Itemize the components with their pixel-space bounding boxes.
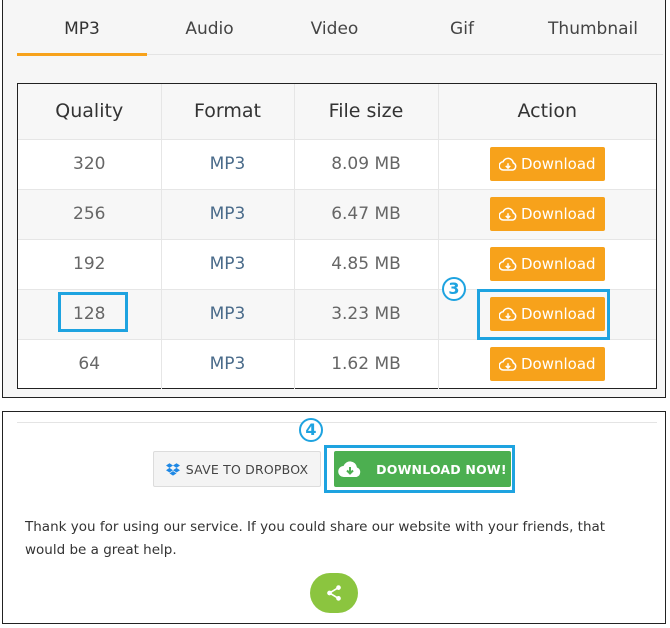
table-row: 192 MP3 4.85 MB Download [18,238,656,289]
table-row: 320 MP3 8.09 MB Download [18,138,656,189]
cloud-download-icon [498,207,517,221]
download-button-192[interactable]: Download [489,247,605,281]
size-cell: 6.47 MB [294,188,439,239]
format-cell: MP3 [161,188,295,239]
action-cell: Download [438,138,656,189]
format-cell: MP3 [161,238,295,289]
action-cell: Download [438,238,656,289]
tab-thumbnail-label: Thumbnail [548,19,638,39]
table-header-row: Quality Format File size Action [18,84,656,140]
cloud-download-icon [498,157,517,171]
share-icon [327,585,341,601]
step-4-marker: 4 [299,418,323,442]
download-button-320[interactable]: Download [489,147,605,181]
download-button-label: Download [520,205,596,223]
cloud-download-icon [498,307,517,321]
thanks-message: Thank you for using our service. If you … [25,519,606,558]
download-table: Quality Format File size Action 320 MP3 … [17,83,657,389]
download-button-label: Download [520,305,596,323]
action-cell: Download [438,288,656,339]
quality-cell: 256 [18,188,162,239]
size-cell: 4.85 MB [294,238,439,289]
dropbox-button-label: SAVE TO DROPBOX [185,461,309,477]
size-cell: 1.62 MB [294,338,439,389]
size-cell: 8.09 MB [294,138,439,189]
download-panel: SAVE TO DROPBOX DOWNLOAD NOW! Thank you … [2,411,666,624]
cloud-download-icon [498,257,517,271]
tab-gif[interactable]: Gif [397,0,527,55]
tab-gif-label: Gif [450,19,474,39]
download-now-label: DOWNLOAD NOW! [376,461,507,477]
step-3-marker: 3 [442,277,466,301]
download-button-64[interactable]: Download [489,347,605,382]
format-cell: MP3 [161,138,295,189]
header-action: Action [438,84,656,140]
tab-video[interactable]: Video [272,0,397,55]
header-quality: Quality [18,84,162,140]
active-tab-indicator [17,53,147,56]
download-button-256[interactable]: Download [489,197,605,231]
tab-mp3[interactable]: MP3 [17,0,147,56]
share-button[interactable] [310,573,358,613]
header-format: Format [161,84,295,140]
tab-thumbnail[interactable]: Thumbnail [527,0,659,55]
format-tabs: MP3 Audio Video Gif Thumbnail [17,0,663,56]
tab-video-label: Video [310,19,359,39]
cloud-download-icon [498,357,517,371]
download-button-label: Download [520,155,596,173]
download-button-label: Download [520,355,596,374]
table-row: 64 MP3 1.62 MB Download [18,338,656,389]
table-row: 128 MP3 3.23 MB Download [18,288,656,339]
download-button-label: Download [520,255,596,273]
quality-cell: 192 [18,238,162,289]
action-cell: Download [438,338,656,389]
download-button-128[interactable]: Download [489,297,605,331]
save-to-dropbox-button[interactable]: SAVE TO DROPBOX [153,451,321,487]
dropbox-icon [165,462,180,476]
size-cell: 3.23 MB [294,288,439,339]
download-now-button[interactable]: DOWNLOAD NOW! [334,451,511,487]
divider [17,422,657,423]
table-row: 256 MP3 6.47 MB Download [18,188,656,239]
quality-cell: 128 [18,288,162,339]
tab-audio-label: Audio [185,19,234,39]
format-cell: MP3 [161,338,295,389]
format-cell: MP3 [161,288,295,339]
conversion-panel: MP3 Audio Video Gif Thumbnail Quality Fo… [2,0,666,398]
quality-cell: 320 [18,138,162,189]
tab-audio[interactable]: Audio [147,0,272,55]
quality-cell: 64 [18,338,162,389]
tab-mp3-label: MP3 [64,19,100,39]
header-file-size: File size [294,84,439,140]
cloud-download-icon [338,461,361,478]
action-cell: Download [438,188,656,239]
